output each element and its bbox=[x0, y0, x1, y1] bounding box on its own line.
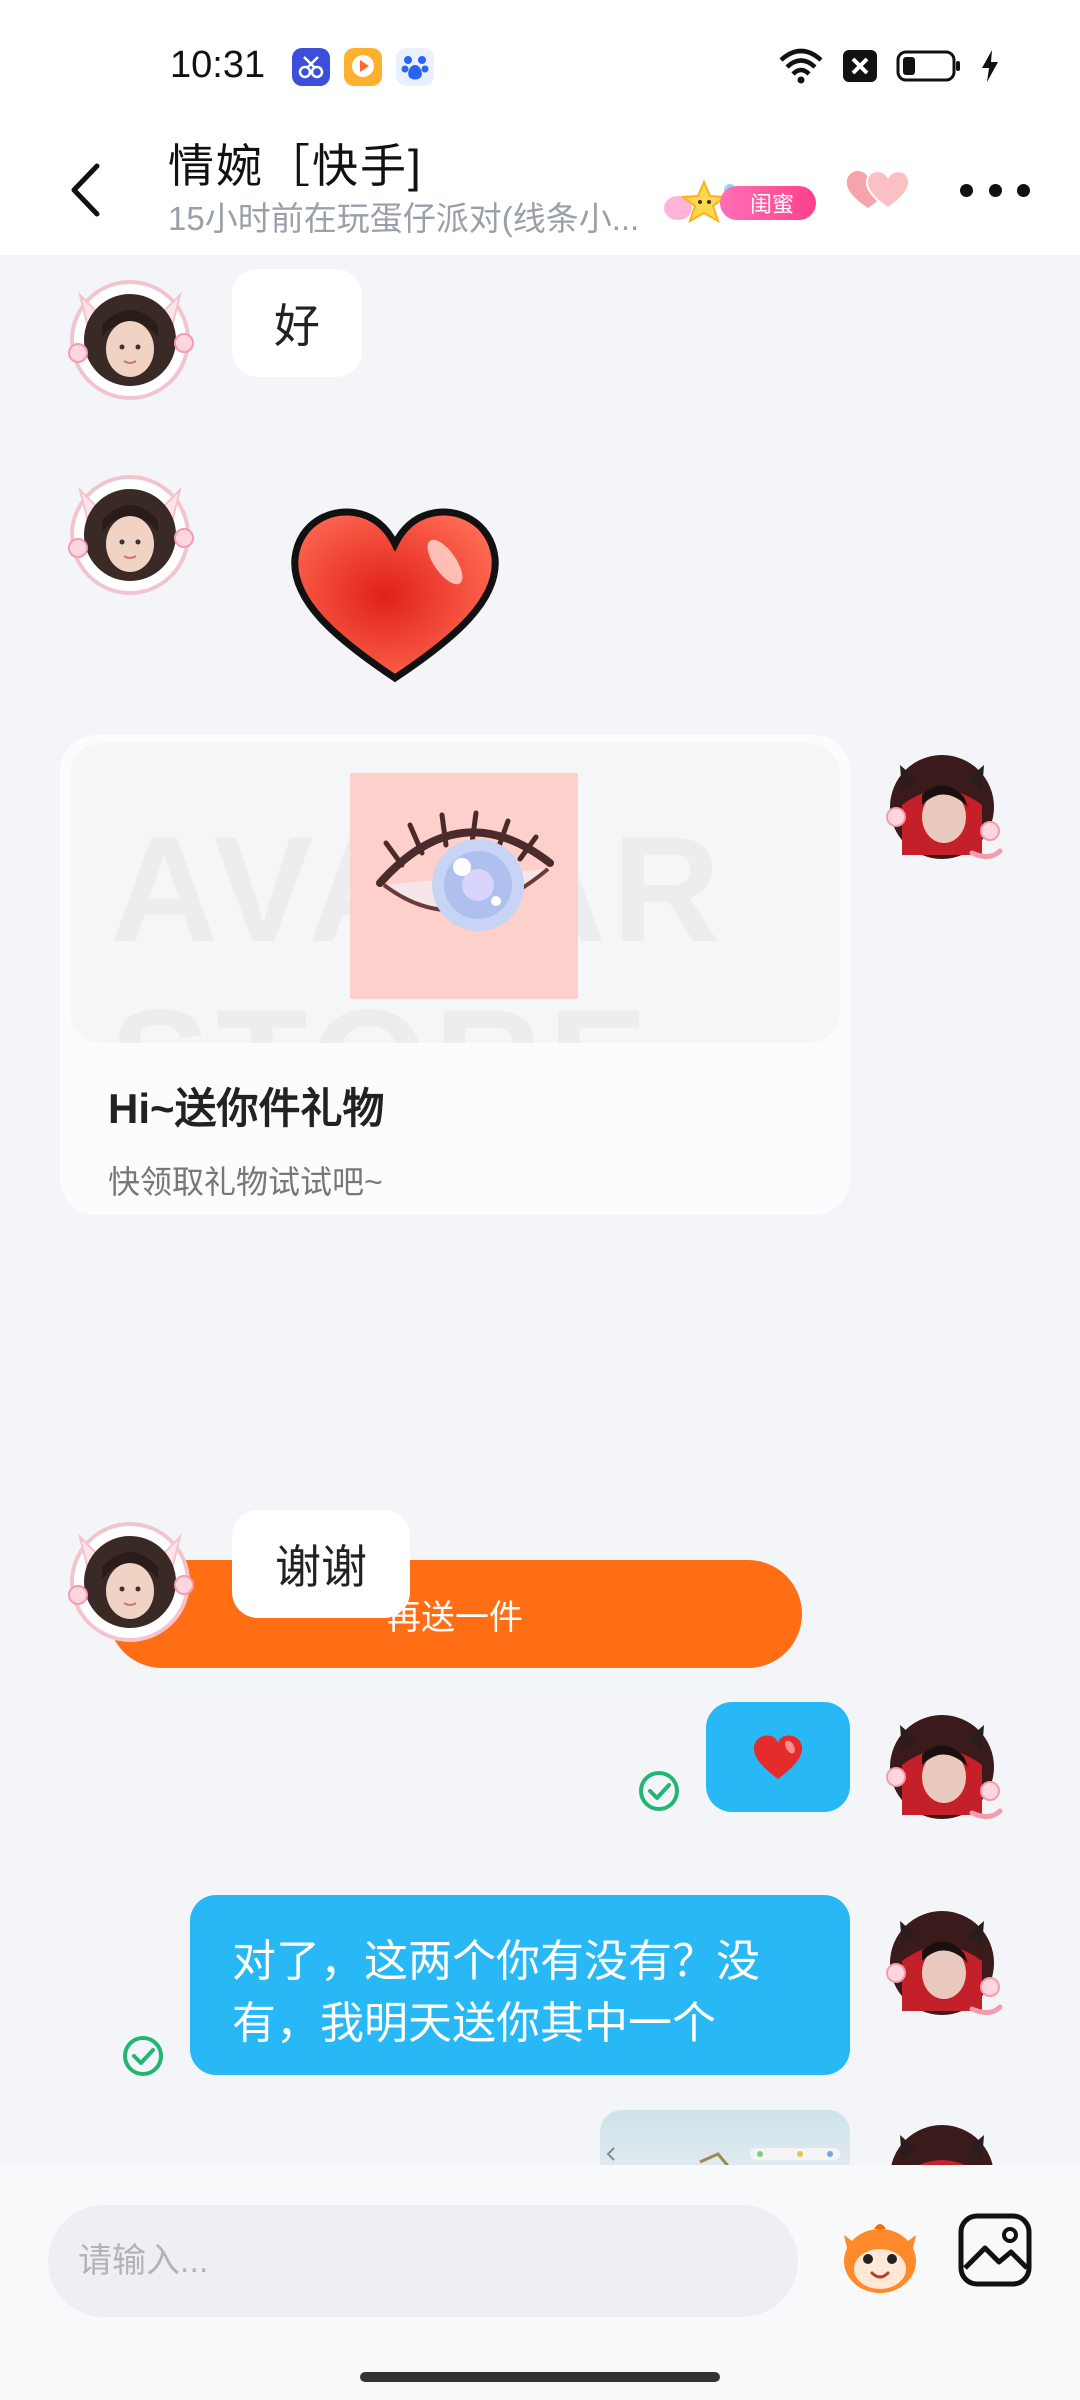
my-avatar[interactable] bbox=[872, 735, 1012, 875]
image-picker-button[interactable] bbox=[955, 2210, 1035, 2290]
my-avatar[interactable] bbox=[872, 1891, 1012, 2031]
gift-description: 快领取礼物试试吧~ bbox=[108, 1164, 383, 1200]
message-text-line: 对了，这两个你有没有？没 bbox=[232, 1937, 760, 1986]
gift-card[interactable]: AVATAR STORE Hi~送你件礼物 快领取礼物试试吧~ bbox=[60, 735, 850, 1215]
more-dots-icon bbox=[960, 183, 973, 197]
image-message[interactable] bbox=[600, 2110, 850, 2165]
double-heart-icon bbox=[846, 170, 911, 210]
read-check-icon bbox=[638, 1770, 680, 1812]
message-bubble-outgoing[interactable] bbox=[706, 1702, 850, 1812]
intimacy-button[interactable] bbox=[840, 150, 920, 230]
image-picker-icon bbox=[958, 2213, 1032, 2287]
chat-messages[interactable]: 好 Hi~送你件礼物 快领取礼物试试吧~ 再送一件 谢谢 对了，这两个你有没有？… bbox=[0, 255, 1080, 2165]
sim-off-icon bbox=[843, 50, 877, 82]
screenshot-thumbnail bbox=[606, 2147, 840, 2165]
eye-sticker-icon bbox=[376, 810, 554, 931]
message-input[interactable] bbox=[48, 2205, 798, 2317]
status-time: 10:31 bbox=[170, 44, 266, 86]
wifi-icon bbox=[779, 48, 823, 84]
message-text-line: 有，我明天送你其中一个 bbox=[232, 1999, 716, 2048]
read-check-icon bbox=[122, 2035, 164, 2077]
contact-avatar[interactable] bbox=[60, 460, 200, 600]
baidu-app-icon bbox=[396, 48, 434, 86]
contact-status: 15小时前在玩蛋仔派对(线条小... bbox=[168, 200, 640, 237]
message-bubble-incoming[interactable]: 谢谢 bbox=[232, 1510, 410, 1618]
status-icons bbox=[778, 46, 1000, 86]
contact-avatar[interactable] bbox=[60, 1507, 200, 1647]
message-bubble-outgoing[interactable]: 对了，这两个你有没有？没 有，我明天送你其中一个 bbox=[190, 1895, 850, 2075]
red-heart-icon bbox=[291, 508, 499, 683]
battery-icon bbox=[896, 50, 960, 82]
message-bubble-incoming[interactable]: 好 bbox=[232, 269, 362, 377]
sticker-message[interactable] bbox=[285, 500, 505, 690]
send-again-button[interactable]: 再送一件 bbox=[108, 1560, 802, 1668]
charging-icon bbox=[982, 50, 998, 82]
more-button[interactable] bbox=[960, 170, 1030, 210]
contact-avatar[interactable] bbox=[60, 265, 200, 405]
video-app-icon bbox=[344, 48, 382, 86]
mascot-emoji-icon bbox=[844, 2224, 916, 2293]
gift-thumbnail[interactable] bbox=[350, 773, 578, 999]
my-avatar[interactable] bbox=[872, 2105, 1012, 2165]
chat-header: 情婉［快手] 15小时前在玩蛋仔派对(线条小... 闺蜜 bbox=[0, 130, 1080, 255]
gift-image-area: AVATAR STORE bbox=[70, 743, 840, 1043]
chevron-left-icon bbox=[71, 163, 100, 217]
relation-tag: 闺蜜 bbox=[720, 186, 816, 220]
emoji-button[interactable] bbox=[830, 2205, 930, 2305]
status-bar: 10:31 bbox=[0, 0, 1080, 130]
home-indicator[interactable] bbox=[360, 2372, 720, 2382]
input-bar bbox=[0, 2165, 1080, 2400]
back-button[interactable] bbox=[55, 150, 115, 230]
scissors-app-icon bbox=[292, 48, 330, 86]
relation-badge[interactable]: 闺蜜 bbox=[660, 178, 820, 226]
heart-emoji-icon bbox=[753, 1735, 803, 1779]
gift-title: Hi~送你件礼物 bbox=[108, 1085, 385, 1132]
contact-name[interactable]: 情婉［快手] bbox=[168, 130, 423, 196]
my-avatar[interactable] bbox=[872, 1695, 1012, 1835]
